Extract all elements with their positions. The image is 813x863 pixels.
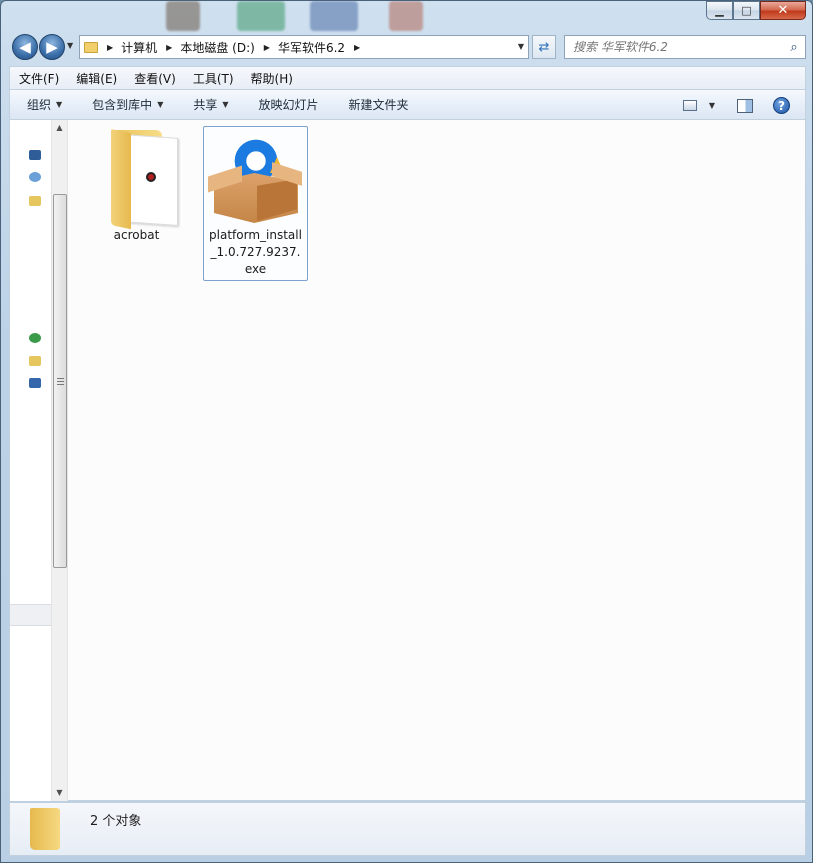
organize-label: 组织 <box>27 98 52 112</box>
folder-icon <box>85 127 188 230</box>
maximize-button[interactable]: □ <box>733 1 760 20</box>
vertical-scrollbar[interactable]: ▲ ▼ <box>51 120 68 801</box>
glass-reflection <box>389 1 423 31</box>
scroll-thumb[interactable] <box>53 194 67 568</box>
help-button[interactable]: ? <box>773 97 790 114</box>
minimize-button[interactable]: ▁ <box>706 1 733 20</box>
command-bar-right: ▼ ? <box>682 90 805 121</box>
forward-button[interactable]: ▶ <box>39 34 65 60</box>
file-name: acrobat <box>113 228 160 242</box>
breadcrumb-computer[interactable]: 计算机 <box>121 39 157 56</box>
details-pane: 2 个对象 <box>9 802 806 856</box>
scroll-down-arrow[interactable]: ▼ <box>52 785 67 801</box>
menu-view[interactable]: 查看(V) <box>125 70 184 87</box>
file-item-platform-install[interactable]: platform_install_1.0.727.9237.exe <box>203 126 308 281</box>
command-bar: 组织 ▼ 包含到库中 ▼ 共享 ▼ 放映幻灯片 新建文件夹 ▼ ? <box>9 89 806 120</box>
refresh-icon: ⇄ <box>538 39 550 55</box>
breadcrumb-local-disk[interactable]: 本地磁盘 (D:) <box>180 39 254 56</box>
file-item-acrobat[interactable]: acrobat <box>84 126 189 247</box>
search-box[interactable]: ⌕ <box>564 35 806 59</box>
close-button[interactable]: ✕ <box>760 1 806 20</box>
chevron-down-icon: ▼ <box>56 100 63 109</box>
caption-buttons: ▁ □ ✕ <box>706 1 806 20</box>
breadcrumb-current-folder[interactable]: 华军软件6.2 <box>278 39 345 56</box>
chevron-right-icon[interactable]: ▶ <box>166 43 172 52</box>
slideshow-label: 放映幻灯片 <box>258 98 319 112</box>
file-list[interactable]: acrobat platform_install_1.0.727.9237.ex… <box>68 120 805 800</box>
menu-file[interactable]: 文件(F) <box>10 70 67 87</box>
navigation-pane[interactable] <box>10 120 51 801</box>
glass-reflection <box>310 1 358 31</box>
preview-pane-icon <box>737 98 753 113</box>
menu-bar: 文件(F) 编辑(E) 查看(V) 工具(T) 帮助(H) <box>9 66 806 89</box>
share-button[interactable]: 共享 ▼ <box>193 96 228 113</box>
menu-help[interactable]: 帮助(H) <box>242 70 301 87</box>
menu-tools[interactable]: 工具(T) <box>184 70 242 87</box>
help-icon: ? <box>773 97 790 114</box>
folder-icon <box>30 808 60 850</box>
glass-reflection <box>237 1 285 31</box>
content-area: ▲ ▼ acrobat platform_install_1.0.727.923… <box>9 120 806 801</box>
new-folder-button[interactable]: 新建文件夹 <box>349 96 409 113</box>
explorer-window: ▁ □ ✕ ◀ ▶ ▼ ▶ 计算机 ▶ 本地磁盘 (D:) ▶ 华军软件6.2 … <box>0 0 813 863</box>
chevron-right-icon[interactable]: ▶ <box>107 43 113 52</box>
chevron-down-icon: ▼ <box>708 101 715 110</box>
include-in-library-button[interactable]: 包含到库中 ▼ <box>92 96 163 113</box>
search-icon[interactable]: ⌕ <box>783 40 805 55</box>
preview-pane-button[interactable] <box>737 98 753 113</box>
library-icon[interactable] <box>29 196 41 206</box>
new-folder-label: 新建文件夹 <box>348 98 409 112</box>
navigation-bar: ◀ ▶ ▼ ▶ 计算机 ▶ 本地磁盘 (D:) ▶ 华军软件6.2 ▶ ▼ ⇄ … <box>1 31 812 63</box>
recent-pages-dropdown[interactable]: ▼ <box>67 41 73 50</box>
homegroup-icon[interactable] <box>29 333 41 343</box>
address-history-dropdown[interactable]: ▼ <box>518 42 524 51</box>
chevron-down-icon: ▼ <box>157 100 164 109</box>
back-button[interactable]: ◀ <box>12 34 38 60</box>
chevron-down-icon: ▼ <box>222 100 229 109</box>
horizontal-scrollbar[interactable] <box>10 604 51 626</box>
refresh-button[interactable]: ⇄ <box>532 35 556 59</box>
glass-reflection <box>166 1 200 31</box>
grip-icon <box>57 378 64 385</box>
menu-edit[interactable]: 编辑(E) <box>67 70 125 87</box>
computer-icon[interactable] <box>29 150 41 160</box>
file-name: platform_install_1.0.727.9237.exe <box>209 228 302 276</box>
include-in-library-label: 包含到库中 <box>92 98 153 112</box>
slideshow-button[interactable]: 放映幻灯片 <box>259 96 319 113</box>
installer-package-icon <box>204 127 307 227</box>
scroll-up-arrow[interactable]: ▲ <box>52 120 67 136</box>
chevron-right-icon[interactable]: ▶ <box>264 43 270 52</box>
folder-icon[interactable] <box>29 356 41 366</box>
view-icon <box>682 100 697 111</box>
folder-icon <box>84 41 98 53</box>
share-label: 共享 <box>193 98 218 112</box>
chevron-right-icon[interactable]: ▶ <box>354 43 360 52</box>
cloud-icon[interactable] <box>29 172 41 182</box>
change-view-button[interactable]: ▼ <box>682 100 715 111</box>
item-count: 2 个对象 <box>90 814 142 829</box>
address-bar[interactable]: ▶ 计算机 ▶ 本地磁盘 (D:) ▶ 华军软件6.2 ▶ ▼ <box>79 35 529 59</box>
network-icon[interactable] <box>29 378 41 388</box>
search-input[interactable] <box>573 40 783 54</box>
organize-button[interactable]: 组织 ▼ <box>27 96 62 113</box>
